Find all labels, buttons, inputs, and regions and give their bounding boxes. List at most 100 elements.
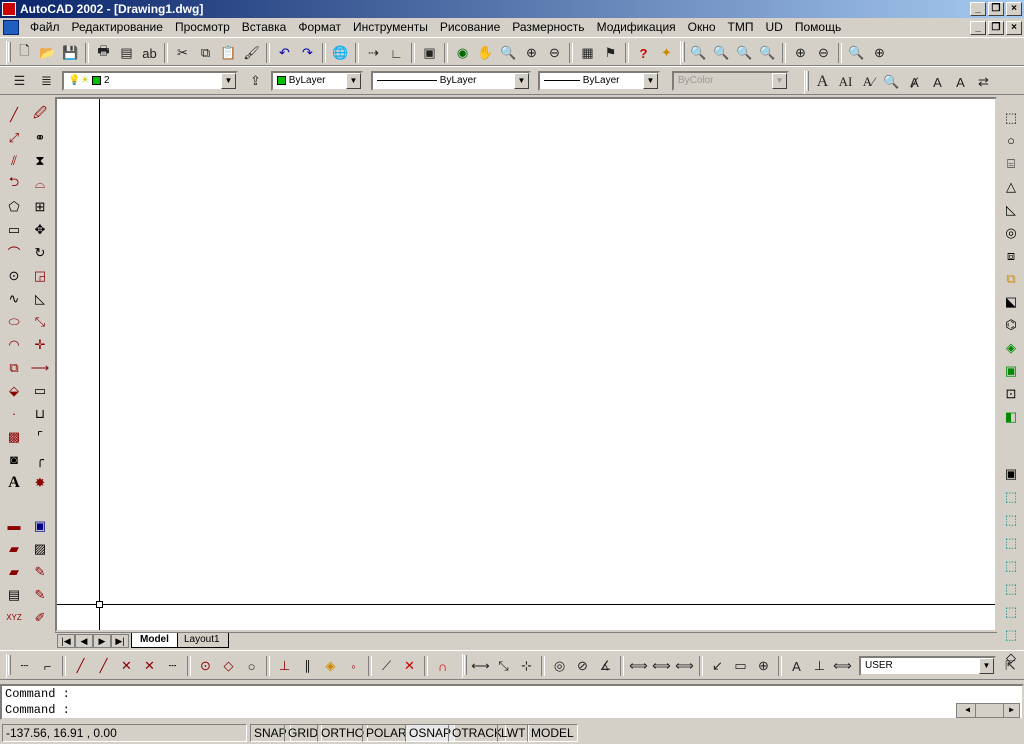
edit-hatch-icon[interactable]: ▨ [29, 537, 52, 560]
layer-combo[interactable]: 💡☀ 2 ▼ [62, 71, 238, 91]
document-icon[interactable] [3, 20, 19, 35]
view-bottom-icon[interactable]: ⬚ [1000, 508, 1023, 531]
polar-toggle[interactable]: POLAR [362, 724, 411, 742]
edit-attribute-icon[interactable]: ✐ [29, 606, 52, 629]
chamfer-icon[interactable]: ⌜ [29, 425, 52, 448]
layers-icon[interactable]: ☰ [8, 70, 31, 92]
doc-restore-button[interactable]: ❐ [988, 21, 1004, 35]
setup-drawing-icon[interactable]: ▣ [1000, 359, 1023, 382]
dim-tolerance-icon[interactable]: ▭ [729, 655, 752, 677]
cone-icon[interactable]: △ [1000, 175, 1023, 198]
linetype-combo[interactable]: ByLayer ▼ [371, 71, 531, 91]
menu-format[interactable]: Формат [292, 18, 347, 37]
save-icon[interactable]: 💾 [59, 42, 82, 64]
undo-icon[interactable]: ↶ [273, 42, 296, 64]
id-point-icon[interactable]: XYZ [3, 606, 26, 629]
dim-center-mark-icon[interactable]: ⊕ [752, 655, 775, 677]
dim-update-icon[interactable]: ⟺ [831, 655, 854, 677]
zoom-in-icon[interactable]: ⊕ [789, 42, 812, 64]
dim-diameter-icon[interactable]: ⊘ [571, 655, 594, 677]
menu-draw[interactable]: Рисование [434, 18, 506, 37]
mtext-draw-icon[interactable]: A [3, 471, 26, 494]
lwt-toggle[interactable]: LWT [497, 724, 530, 742]
hatch-icon[interactable]: ▩ [3, 425, 26, 448]
xline-icon[interactable]: ⤢ [3, 126, 26, 149]
lineweight-combo[interactable]: ByLayer ▼ [538, 71, 660, 91]
scale-icon[interactable]: ◲ [29, 264, 52, 287]
dim-leader-icon[interactable]: ↙ [706, 655, 729, 677]
trim-icon[interactable]: ✛ [29, 333, 52, 356]
doc-close-button[interactable]: × [1006, 21, 1022, 35]
insert-block-icon[interactable]: ⧉ [3, 356, 26, 379]
setup-view-icon[interactable]: ⊡ [1000, 382, 1023, 405]
ucs-manager-icon[interactable]: ⇱ [999, 655, 1022, 677]
snap-intersection-icon[interactable]: ✕ [115, 655, 138, 677]
properties-icon[interactable]: ▦ [576, 42, 599, 64]
snap-none-icon[interactable]: ✕ [398, 655, 421, 677]
cut-icon[interactable]: ✂ [171, 42, 194, 64]
view-back-icon[interactable]: ⬚ [1000, 600, 1023, 623]
open-icon[interactable]: 📂 [36, 42, 59, 64]
close-button[interactable]: × [1006, 2, 1022, 16]
erase-icon[interactable]: 🖉 [29, 103, 52, 126]
break-point-icon[interactable]: ▭ [29, 379, 52, 402]
pan-icon[interactable]: ✋ [474, 42, 497, 64]
distance-icon[interactable]: ▬ [3, 514, 26, 537]
offset-icon[interactable]: ⌓ [29, 172, 52, 195]
first-tab-button[interactable]: |◀ [57, 634, 75, 648]
list-icon[interactable]: ▤ [3, 583, 26, 606]
convert-text-icon[interactable]: ⇄ [972, 71, 995, 93]
make-current-layer-icon[interactable]: ⇪ [244, 70, 267, 92]
rotate-icon[interactable]: ↻ [29, 241, 52, 264]
copy-icon[interactable]: ⧉ [194, 42, 217, 64]
layer-previous-icon[interactable]: ≣ [35, 70, 58, 92]
mtext-icon[interactable]: A [811, 71, 834, 93]
section-icon[interactable]: ⌬ [1000, 313, 1023, 336]
last-tab-button[interactable]: ▶| [111, 634, 129, 648]
plotstyle-combo[interactable]: ByColor ▼ [672, 71, 789, 91]
view-front-icon[interactable]: ⬚ [1000, 577, 1023, 600]
snap-perpendicular-icon[interactable]: ⊥ [273, 655, 296, 677]
copy-object-icon[interactable]: ⚭ [29, 126, 52, 149]
slice-icon[interactable]: ⬕ [1000, 290, 1023, 313]
cylinder-icon[interactable]: ⌸ [1000, 152, 1023, 175]
autocad-app-icon[interactable] [2, 2, 16, 16]
ellipse-arc-icon[interactable]: ◠ [3, 333, 26, 356]
text-style-icon[interactable]: Ⱥ [903, 71, 926, 93]
lengthen-icon[interactable]: ⤡ [29, 310, 52, 333]
array-icon[interactable]: ⊞ [29, 195, 52, 218]
zoom-extents-icon[interactable]: ⊕ [868, 42, 891, 64]
menu-view[interactable]: Просмотр [169, 18, 236, 37]
snap-center-icon[interactable]: ⊙ [194, 655, 217, 677]
arc-icon[interactable]: ⌒ [3, 241, 26, 264]
doc-minimize-button[interactable]: _ [970, 21, 986, 35]
region-icon[interactable]: ◙ [3, 448, 26, 471]
view-left-icon[interactable]: ⬚ [1000, 531, 1023, 554]
ucs-icon[interactable]: ∟ [385, 42, 408, 64]
sphere-icon[interactable]: ○ [1000, 129, 1023, 152]
draworder-icon[interactable]: ▣ [29, 514, 52, 537]
dim-aligned-icon[interactable]: ⤡ [492, 655, 515, 677]
internet-icon[interactable]: 🌐 [329, 42, 352, 64]
ucs-combo[interactable]: USER ▼ [859, 656, 996, 676]
scale-text-icon[interactable]: A [926, 71, 949, 93]
tab-model[interactable]: Model [131, 633, 178, 648]
wedge-icon[interactable]: ◺ [1000, 198, 1023, 221]
snap-midpoint-icon[interactable]: ╱ [92, 655, 115, 677]
interfere-icon[interactable]: ◈ [1000, 336, 1023, 359]
snap-insert-icon[interactable]: ◈ [319, 655, 342, 677]
snap-node-icon[interactable]: ◦ [342, 655, 365, 677]
view-right-icon[interactable]: ⬚ [1000, 554, 1023, 577]
mline-icon[interactable]: ⫽ [3, 149, 26, 172]
find-text-icon[interactable]: 🔍 [880, 71, 903, 93]
dim-baseline-icon[interactable]: ⟺ [650, 655, 673, 677]
model-toggle[interactable]: MODEL [527, 724, 578, 742]
dim-edit-icon[interactable]: A [785, 655, 808, 677]
design-center-icon[interactable]: ⚑ [599, 42, 622, 64]
menu-window[interactable]: Окно [682, 18, 722, 37]
explode-icon[interactable]: ✸ [29, 471, 52, 494]
redo-icon[interactable]: ↷ [296, 42, 319, 64]
minimize-button[interactable]: _ [970, 2, 986, 16]
dim-text-edit-icon[interactable]: ⊥ [808, 655, 831, 677]
circle-icon[interactable]: ⊙ [3, 264, 26, 287]
